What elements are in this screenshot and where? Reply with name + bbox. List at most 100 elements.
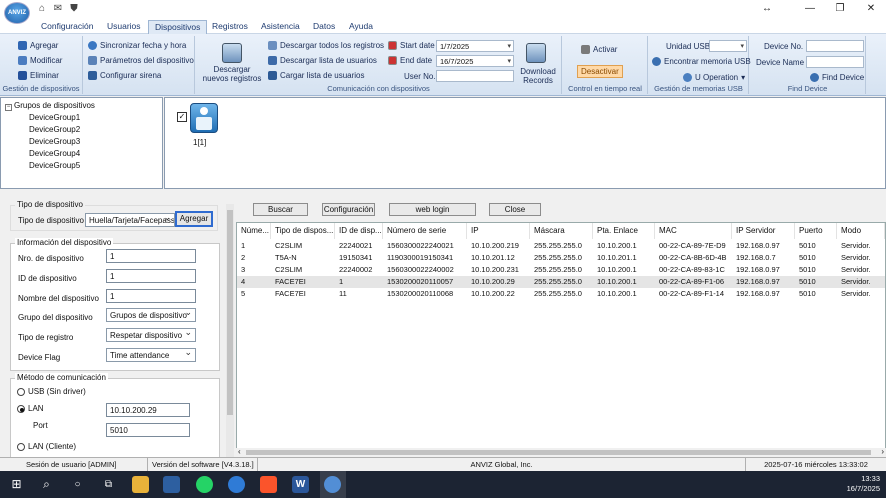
device-name-input[interactable]: 1 xyxy=(106,289,196,303)
col-header-puerto[interactable]: Puerto xyxy=(795,223,837,239)
add-device-button[interactable]: Agregar xyxy=(18,41,58,50)
usb-radio[interactable]: USB (Sin driver) xyxy=(17,387,86,396)
device-type-select[interactable]: Huella/Tarjeta/Facepass xyxy=(85,213,175,227)
table-row[interactable]: 5 FACE7EI 11 1530200020110068 10.10.200.… xyxy=(237,288,885,300)
device-checkbox[interactable]: ✓ xyxy=(177,112,187,122)
web-login-button[interactable]: web login xyxy=(389,203,476,216)
find-device-button[interactable]: Find Device xyxy=(810,73,864,82)
col-header-mascara[interactable]: Máscara xyxy=(530,223,593,239)
upload-users-button[interactable]: Cargar lista de usuarios xyxy=(268,71,364,80)
search-icon[interactable]: ⌕ xyxy=(38,476,55,493)
skype-icon[interactable] xyxy=(228,476,245,493)
download-users-button[interactable]: Descargar lista de usuarios xyxy=(268,56,377,65)
config-button[interactable]: Configuración xyxy=(322,203,375,216)
delete-device-button[interactable]: Eliminar xyxy=(18,71,59,80)
group-title: Control en tiempo real xyxy=(568,84,642,93)
app-icon[interactable] xyxy=(163,476,180,493)
table-row[interactable]: 2 T5A-N 19150341 1190300019150341 10.10.… xyxy=(237,252,885,264)
upload-icon xyxy=(268,71,277,80)
tab-asistencia[interactable]: Asistencia xyxy=(255,20,306,34)
tab-registros[interactable]: Registros xyxy=(206,20,254,34)
find-usb-button[interactable]: Encontrar memoria USB xyxy=(652,57,751,66)
config-scrollbar[interactable] xyxy=(226,204,234,457)
tree-item-devicegroup2[interactable]: DeviceGroup2 xyxy=(29,125,80,134)
whatsapp-icon[interactable] xyxy=(196,476,213,493)
col-header-mac[interactable]: MAC xyxy=(655,223,732,239)
device-nro-input[interactable]: 1 xyxy=(106,249,196,263)
col-header-ip[interactable]: IP xyxy=(467,223,530,239)
task-view-icon[interactable]: ⧉ xyxy=(100,476,117,493)
collapse-icon[interactable]: − xyxy=(5,104,12,111)
lan-client-radio[interactable]: LAN (Cliente) xyxy=(17,442,76,451)
taskbar-clock[interactable]: 13:33 16/7/2025 xyxy=(847,474,880,494)
col-header-tipo[interactable]: Tipo de dispos... xyxy=(271,223,335,239)
brave-icon[interactable] xyxy=(260,476,277,493)
search-button[interactable]: Buscar xyxy=(253,203,308,216)
comm-method-fieldset: Método de comunicación USB (Sin driver) … xyxy=(10,373,220,457)
word-icon[interactable]: W xyxy=(292,476,309,493)
user-no-input[interactable] xyxy=(436,70,514,82)
tree-root[interactable]: − Grupos de dispositivos xyxy=(5,101,95,111)
tab-datos[interactable]: Datos xyxy=(307,20,341,34)
home-icon[interactable]: ⌂ xyxy=(36,3,48,15)
minimize-button[interactable]: — xyxy=(795,2,825,16)
device-terminal-icon[interactable] xyxy=(190,103,218,133)
tab-configuracion[interactable]: Configuración xyxy=(35,20,99,34)
device-no-input[interactable] xyxy=(806,40,864,52)
activate-button[interactable]: Activar xyxy=(581,45,617,54)
device-group-select[interactable]: Grupos de dispositivo xyxy=(106,308,196,322)
device-flag-select[interactable]: Time attendance xyxy=(106,348,196,362)
port-input[interactable]: 5010 xyxy=(106,423,190,437)
status-bar: Sesión de usuario [ADMIN] Versión del so… xyxy=(0,457,886,472)
scroll-right-icon[interactable]: › xyxy=(881,447,884,456)
end-date-picker[interactable]: 16/7/2025 xyxy=(436,55,514,67)
tree-item-devicegroup1[interactable]: DeviceGroup1 xyxy=(29,113,80,122)
scroll-left-icon[interactable]: ‹ xyxy=(238,447,241,456)
modify-device-button[interactable]: Modificar xyxy=(18,56,62,65)
download-records-button[interactable]: Download Records xyxy=(516,67,560,85)
restore-button[interactable]: ❐ xyxy=(825,2,855,16)
tab-ayuda[interactable]: Ayuda xyxy=(343,20,379,34)
usb-unit-select[interactable] xyxy=(709,40,747,52)
port-label: Port xyxy=(33,421,48,430)
col-header-numero[interactable]: Núme... xyxy=(237,223,271,239)
col-header-serie[interactable]: Número de serie xyxy=(383,223,467,239)
table-row[interactable]: 4 FACE7EI 1 1530200020110057 10.10.200.2… xyxy=(237,276,885,288)
email-icon[interactable]: ✉ xyxy=(52,3,64,15)
table-row[interactable]: 1 C2SLIM 22240021 1560300022240021 10.10… xyxy=(237,240,885,252)
tab-usuarios[interactable]: Usuarios xyxy=(101,20,147,34)
download-all-button[interactable]: Descargar todos los registros xyxy=(268,41,384,50)
tab-dispositivos[interactable]: Dispositivos xyxy=(148,20,208,34)
tree-item-devicegroup5[interactable]: DeviceGroup5 xyxy=(29,161,80,170)
col-header-ip-servidor[interactable]: IP Servidor xyxy=(732,223,795,239)
download-new-button[interactable]: Descargar nuevos registros xyxy=(202,65,262,83)
col-header-modo[interactable]: Modo xyxy=(837,223,885,239)
sync-time-button[interactable]: Sincronizar fecha y hora xyxy=(88,41,186,50)
device-params-button[interactable]: Parámetros del dispositivo xyxy=(88,56,194,65)
lan-radio[interactable]: LAN xyxy=(17,404,44,413)
col-header-enlace[interactable]: Pta. Enlace xyxy=(593,223,655,239)
close-table-button[interactable]: Close xyxy=(489,203,541,216)
add-button[interactable]: Agregar xyxy=(175,211,213,227)
device-name-input[interactable] xyxy=(806,56,864,68)
u-operation-button[interactable]: U Operation ▾ xyxy=(683,73,745,82)
shield-icon[interactable]: ⛊ xyxy=(68,3,80,15)
deactivate-button[interactable]: Desactivar xyxy=(577,65,623,78)
file-explorer-icon[interactable] xyxy=(132,476,149,493)
close-button[interactable]: ✕ xyxy=(856,2,886,16)
scrollbar-thumb[interactable] xyxy=(246,450,871,455)
tree-item-devicegroup4[interactable]: DeviceGroup4 xyxy=(29,149,80,158)
lan-ip-input[interactable]: 10.10.200.29 xyxy=(106,403,190,417)
windows-start-icon[interactable]: ⊞ xyxy=(8,476,25,493)
table-scrollbar[interactable]: ‹ › xyxy=(236,447,886,457)
col-header-id[interactable]: ID de disp... xyxy=(335,223,383,239)
start-date-picker[interactable]: 1/7/2025 xyxy=(436,40,514,52)
tree-item-devicegroup3[interactable]: DeviceGroup3 xyxy=(29,137,80,146)
cortana-icon[interactable]: ○ xyxy=(69,476,86,493)
device-id-input[interactable]: 1 xyxy=(106,269,196,283)
table-row[interactable]: 3 C2SLIM 22240002 1560300022240002 10.10… xyxy=(237,264,885,276)
scrollbar-thumb[interactable] xyxy=(227,210,233,415)
resize-icon[interactable]: ↔ xyxy=(752,2,782,16)
register-type-select[interactable]: Respetar dispositivo xyxy=(106,328,196,342)
siren-button[interactable]: Configurar sirena xyxy=(88,71,161,80)
